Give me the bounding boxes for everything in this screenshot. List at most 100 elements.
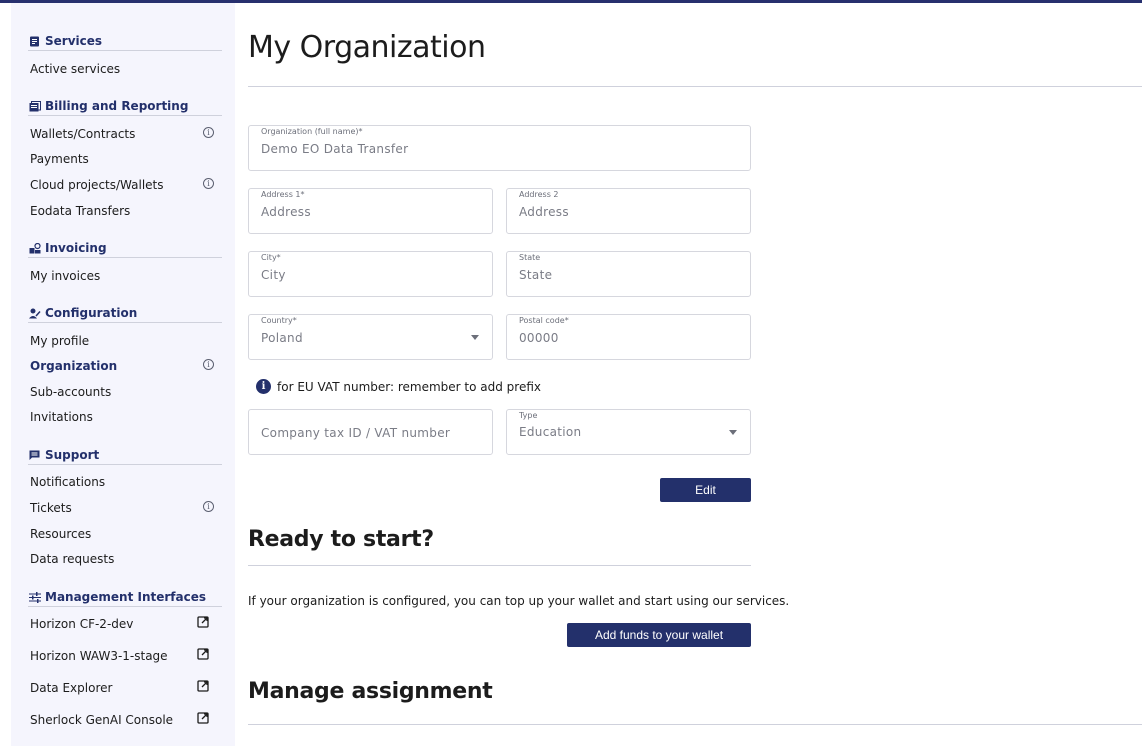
address2-field[interactable]: Address 2 Address [506, 188, 751, 234]
info-icon[interactable]: i [203, 359, 214, 370]
sidebar-item-label: Resources [30, 527, 92, 541]
sidebar-item-label: Wallets/Contracts [30, 127, 136, 141]
edit-button[interactable]: Edit [660, 478, 751, 502]
external-link-icon[interactable] [197, 712, 209, 724]
tax-id-field[interactable]: Company tax ID / VAT number [248, 409, 493, 455]
ready-divider [248, 565, 751, 566]
external-link-icon[interactable] [197, 680, 209, 692]
info-icon[interactable]: i [203, 178, 214, 189]
sidebar-item-wallets-contracts[interactable]: Wallets/Contracts i [30, 126, 220, 142]
field-label: Address 1* [261, 190, 305, 199]
sidebar-item-label: Eodata Transfers [30, 204, 131, 218]
field-label: Type [519, 411, 538, 420]
sliders-icon [28, 591, 41, 604]
sidebar-item-horizon-cf-2-dev[interactable]: Horizon CF-2-dev [30, 616, 220, 632]
field-label: Organization (full name)* [261, 127, 363, 136]
field-label: State [519, 253, 541, 262]
sidebar-item-label: Sherlock GenAI Console [30, 713, 174, 727]
sidebar-item-label: Horizon CF-2-dev [30, 617, 134, 631]
sidebar-item-sub-accounts[interactable]: Sub-accounts [30, 384, 220, 400]
sidebar-item-label: Notifications [30, 475, 106, 489]
chevron-down-icon [471, 335, 479, 340]
configuration-icon [28, 307, 41, 320]
sidebar-item-label: My invoices [30, 269, 101, 283]
support-icon [28, 449, 41, 462]
sidebar-item-data-requests[interactable]: Data requests [30, 551, 220, 567]
field-value: 00000 [519, 331, 559, 345]
sidebar-section-title: Management Interfaces [45, 590, 207, 604]
manage-divider [248, 724, 1142, 725]
ready-text: If your organization is configured, you … [248, 594, 790, 608]
field-placeholder: Company tax ID / VAT number [261, 426, 451, 440]
services-icon [28, 35, 41, 48]
info-icon: i [256, 379, 271, 394]
type-select[interactable]: Type Education [506, 409, 751, 455]
manage-assignment-heading: Manage assignment [248, 679, 493, 704]
sidebar-section-title: Services [45, 34, 103, 48]
country-select[interactable]: Country* Poland [248, 314, 493, 360]
organization-name-field[interactable]: Organization (full name)* Demo EO Data T… [248, 125, 751, 171]
sidebar-section-title: Configuration [45, 306, 138, 320]
sidebar-item-label: Horizon WAW3-1-stage [30, 649, 168, 663]
sidebar-item-tickets[interactable]: Tickets i [30, 500, 220, 516]
sidebar-section-configuration: Configuration [28, 304, 222, 323]
sidebar-item-data-explorer[interactable]: Data Explorer [30, 680, 220, 696]
field-placeholder: City [261, 268, 286, 282]
vat-note-text: for EU VAT number: remember to add prefi… [277, 379, 541, 394]
sidebar-section-billing: Billing and Reporting [28, 97, 222, 116]
vat-note: i for EU VAT number: remember to add pre… [256, 379, 541, 394]
sidebar-item-label: My profile [30, 334, 90, 348]
field-value: Education [519, 425, 582, 439]
add-funds-button[interactable]: Add funds to your wallet [567, 623, 751, 647]
field-value: Poland [261, 331, 303, 345]
page-title: My Organization [248, 30, 486, 65]
sidebar-item-eodata-transfers[interactable]: Eodata Transfers [30, 203, 220, 219]
state-field[interactable]: State State [506, 251, 751, 297]
sidebar-item-organization[interactable]: Organization i [30, 358, 220, 374]
info-icon[interactable]: i [203, 501, 214, 512]
sidebar-item-label: Active services [30, 62, 121, 76]
sidebar-item-sherlock-genai-console[interactable]: Sherlock GenAI Console [30, 712, 220, 728]
sidebar-item-my-invoices[interactable]: My invoices [30, 268, 220, 284]
field-value: Demo EO Data Transfer [261, 142, 409, 156]
sidebar-item-label: Sub-accounts [30, 385, 112, 399]
sidebar-item-horizon-waw3-1-stage[interactable]: Horizon WAW3-1-stage [30, 648, 220, 664]
address1-field[interactable]: Address 1* Address [248, 188, 493, 234]
sidebar: Services Active services Billing and Rep… [11, 3, 235, 746]
external-link-icon[interactable] [197, 616, 209, 628]
info-icon[interactable]: i [203, 127, 214, 138]
field-label: Postal code* [519, 316, 569, 325]
field-label: Country* [261, 316, 297, 325]
sidebar-section-title: Billing and Reporting [45, 99, 189, 113]
sidebar-item-label: Data requests [30, 552, 115, 566]
sidebar-item-payments[interactable]: Payments [30, 151, 220, 167]
sidebar-item-notifications[interactable]: Notifications [30, 474, 220, 490]
sidebar-section-support: Support [28, 446, 222, 465]
sidebar-section-management-interfaces: Management Interfaces [28, 588, 222, 607]
sidebar-item-resources[interactable]: Resources [30, 526, 220, 542]
sidebar-item-label: Organization [30, 359, 118, 373]
city-field[interactable]: City* City [248, 251, 493, 297]
sidebar-item-label: Payments [30, 152, 89, 166]
field-placeholder: Address [261, 205, 311, 219]
sidebar-item-my-profile[interactable]: My profile [30, 333, 220, 349]
sidebar-item-label: Tickets [30, 501, 72, 515]
sidebar-section-invoicing: Invoicing [28, 239, 222, 258]
title-divider [248, 86, 1142, 87]
field-placeholder: Address [519, 205, 569, 219]
sidebar-section-title: Invoicing [45, 241, 107, 255]
sidebar-item-invitations[interactable]: Invitations [30, 409, 220, 425]
ready-heading: Ready to start? [248, 527, 434, 552]
sidebar-item-active-services[interactable]: Active services [30, 61, 220, 77]
field-label: City* [261, 253, 281, 262]
external-link-icon[interactable] [197, 648, 209, 660]
sidebar-item-label: Cloud projects/Wallets [30, 178, 164, 192]
billing-icon [28, 100, 41, 113]
invoicing-icon [28, 242, 41, 255]
field-placeholder: State [519, 268, 553, 282]
sidebar-item-cloud-projects-wallets[interactable]: Cloud projects/Wallets i [30, 177, 220, 193]
postal-code-field[interactable]: Postal code* 00000 [506, 314, 751, 360]
field-label: Address 2 [519, 190, 559, 199]
sidebar-item-label: Data Explorer [30, 681, 113, 695]
sidebar-item-label: Invitations [30, 410, 93, 424]
